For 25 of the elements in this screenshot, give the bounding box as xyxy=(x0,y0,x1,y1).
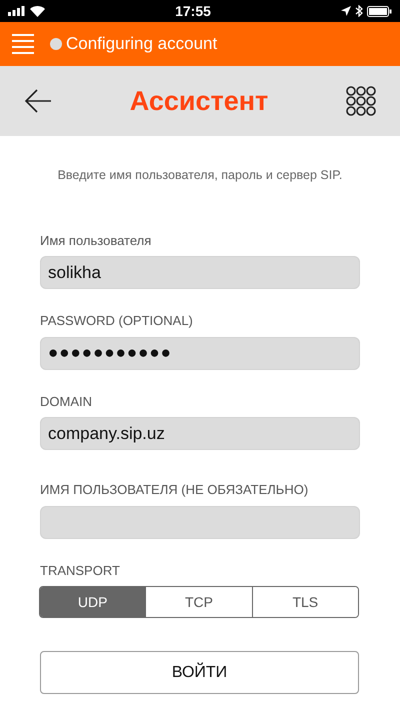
battery-icon xyxy=(367,6,392,16)
field-label: PASSWORD (OPTIONAL) xyxy=(39,312,194,330)
back-arrow-icon[interactable] xyxy=(24,89,52,113)
status-text: Configuring account xyxy=(66,33,218,56)
transport-option[interactable]: UDP xyxy=(40,587,146,618)
input-field[interactable] xyxy=(40,506,360,539)
field-label: Имя пользователя xyxy=(39,232,152,250)
status-dot-icon xyxy=(50,38,62,50)
page-title: Ассистент xyxy=(130,84,268,118)
clock-time: 17:55 xyxy=(175,2,211,20)
transport-option[interactable]: TLS xyxy=(252,587,358,618)
instructions-text: Введите имя пользователя, пароль и сервер SIP. xyxy=(56,167,344,184)
field-label: ИМЯ ПОЛЬЗОВАТЕЛЯ (НЕ ОБЯЗАТЕЛЬНО) xyxy=(39,481,310,500)
bluetooth-icon xyxy=(355,5,363,17)
input-field[interactable]: company.sip.uz xyxy=(40,417,360,450)
wifi-icon xyxy=(30,6,45,16)
field-label: TRANSPORT xyxy=(39,562,121,580)
signal-icon xyxy=(8,6,26,16)
menu-icon[interactable] xyxy=(12,34,34,54)
input-field[interactable]: solikha xyxy=(40,256,360,290)
field-label: DOMAIN xyxy=(39,392,93,411)
location-icon xyxy=(341,6,351,16)
login-button[interactable]: ВОЙТИ xyxy=(40,651,359,694)
dialpad-icon[interactable] xyxy=(346,86,376,116)
input-field[interactable]: ●●●●●●●●●●● xyxy=(40,336,360,370)
